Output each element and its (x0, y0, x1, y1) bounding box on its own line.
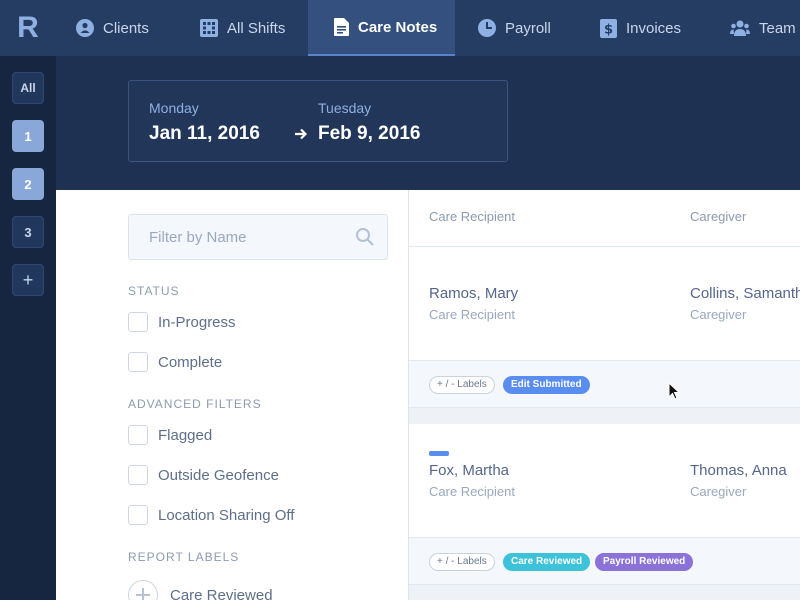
rail-add-button[interactable]: + (12, 264, 44, 296)
clock-icon (478, 19, 496, 37)
tab-team[interactable]: Team (730, 0, 796, 56)
recipient-name[interactable]: Fox, Martha (429, 462, 509, 479)
filter-panel: Filter by Name STATUS In-Progress Comple… (56, 190, 408, 600)
mouse-cursor-icon (668, 382, 680, 405)
edit-labels-button[interactable]: + / - Labels (429, 376, 495, 394)
care-notes-table: Care Recipient Caregiver Ramos, Mary Car… (408, 190, 800, 600)
table-row[interactable]: Fox, Martha Care Recipient Thomas, Anna … (409, 424, 800, 537)
tab-all-shifts[interactable]: All Shifts (200, 0, 285, 56)
document-icon (334, 18, 349, 36)
column-header-caregiver[interactable]: Caregiver (690, 209, 746, 224)
tag-care-reviewed[interactable]: Care Reviewed (503, 553, 590, 571)
checkbox-location-sharing-off[interactable] (128, 505, 148, 525)
checkbox-complete[interactable] (128, 352, 148, 372)
date-range-picker[interactable]: Monday Jan 11, 2016 Tuesday Feb 9, 2016 (128, 80, 508, 162)
left-rail: All 1 2 3 + (0, 56, 56, 600)
tab-label: Team (759, 20, 796, 37)
report-label-care-reviewed[interactable]: Care Reviewed (170, 587, 273, 600)
checkbox-label: In-Progress (158, 314, 236, 331)
start-day: Monday (149, 100, 199, 116)
caregiver-name[interactable]: Collins, Samanth (690, 285, 800, 302)
tab-label: Clients (103, 20, 149, 37)
report-labels-heading: REPORT LABELS (128, 550, 239, 564)
recipient-name[interactable]: Ramos, Mary (429, 285, 518, 302)
tag-payroll-reviewed[interactable]: Payroll Reviewed (595, 553, 693, 571)
rail-2-button[interactable]: 2 (12, 168, 44, 200)
rail-all-button[interactable]: All (12, 72, 44, 104)
row-label-bar: + / - Labels Care Reviewed Payroll Revie… (409, 537, 800, 585)
end-date[interactable]: Feb 9, 2016 (318, 123, 420, 145)
edit-labels-button[interactable]: + / - Labels (429, 553, 495, 571)
caregiver-role: Caregiver (690, 307, 746, 322)
tab-label: Care Notes (358, 19, 437, 36)
advanced-filters-heading: ADVANCED FILTERS (128, 397, 262, 411)
recipient-role: Care Recipient (429, 484, 515, 499)
tab-care-notes[interactable]: Care Notes (308, 0, 455, 56)
status-heading: STATUS (128, 284, 180, 298)
column-header-care-recipient[interactable]: Care Recipient (429, 209, 515, 224)
top-nav: R Clients All Shifts Care Notes Payroll … (0, 0, 800, 56)
table-header: Care Recipient Caregiver (409, 190, 800, 247)
tab-label: Invoices (626, 20, 681, 37)
search-placeholder: Filter by Name (149, 229, 247, 246)
team-icon (730, 19, 750, 37)
tab-label: All Shifts (227, 20, 285, 37)
svg-text:$: $ (604, 22, 613, 37)
tag-edit-submitted[interactable]: Edit Submitted (503, 376, 590, 394)
app-logo[interactable]: R (0, 0, 56, 56)
recipient-role: Care Recipient (429, 307, 515, 322)
start-date[interactable]: Jan 11, 2016 (149, 123, 260, 145)
flag-indicator (429, 451, 449, 456)
rail-1-button[interactable]: 1 (12, 120, 44, 152)
tab-label: Payroll (505, 20, 551, 37)
search-input[interactable]: Filter by Name (128, 214, 388, 260)
user-circle-icon (76, 19, 94, 37)
tab-clients[interactable]: Clients (76, 0, 149, 56)
tab-invoices[interactable]: $ Invoices (600, 0, 681, 56)
checkbox-label: Outside Geofence (158, 467, 279, 484)
checkbox-outside-geofence[interactable] (128, 465, 148, 485)
search-icon (355, 227, 375, 252)
checkbox-label: Location Sharing Off (158, 507, 294, 524)
checkbox-label: Complete (158, 354, 222, 371)
tab-payroll[interactable]: Payroll (478, 0, 551, 56)
checkbox-label: Flagged (158, 427, 212, 444)
caregiver-role: Caregiver (690, 484, 746, 499)
add-label-button[interactable] (128, 580, 158, 600)
table-row[interactable]: Ramos, Mary Care Recipient Collins, Sama… (409, 247, 800, 360)
end-day: Tuesday (318, 100, 371, 116)
dollar-icon: $ (600, 19, 617, 38)
checkbox-in-progress[interactable] (128, 312, 148, 332)
grid-icon (200, 19, 218, 37)
checkbox-flagged[interactable] (128, 425, 148, 445)
rail-3-button[interactable]: 3 (12, 216, 44, 248)
arrow-right-icon (295, 127, 308, 144)
plus-icon (136, 588, 150, 600)
row-label-bar: + / - Labels Edit Submitted (409, 360, 800, 408)
caregiver-name[interactable]: Thomas, Anna (690, 462, 787, 479)
